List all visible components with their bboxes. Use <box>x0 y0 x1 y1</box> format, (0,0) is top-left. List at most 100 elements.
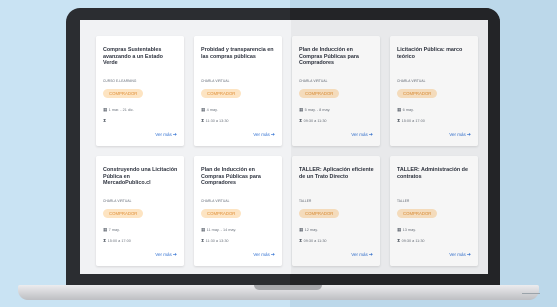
decorative-line <box>522 293 540 294</box>
course-date-text: 5 may. - 8 may. <box>304 108 331 112</box>
calendar-icon: ▦ <box>397 107 402 112</box>
course-date-text: 4 may. <box>206 108 218 112</box>
course-card[interactable]: Plan de Inducción en Compras Públicas pa… <box>292 36 380 146</box>
course-type: TALLER <box>397 199 410 203</box>
course-time: ⧗ 09:30 a 11:30 <box>299 238 327 243</box>
course-date-text: 11 may. - 14 may. <box>206 228 237 232</box>
course-time: ⧗ 11:30 a 13:30 <box>201 238 229 243</box>
see-more-label: Ver más <box>155 132 172 137</box>
course-date: ▦ 1 mar. - 21 dic. <box>103 107 134 113</box>
audience-badge: COMPRADOR <box>299 89 340 98</box>
calendar-icon: ▦ <box>201 227 206 232</box>
course-type: TALLER <box>299 199 312 203</box>
course-card[interactable]: TALLER: Aplicación eficiente de un Trato… <box>292 156 380 266</box>
course-date-text: 1 mar. - 21 dic. <box>108 108 134 112</box>
arrow-right-icon: ➔ <box>466 252 471 258</box>
course-title: Plan de Inducción en Compras Públicas pa… <box>201 167 261 187</box>
hourglass-icon: ⧗ <box>201 238 205 243</box>
calendar-icon: ▦ <box>397 227 402 232</box>
course-card[interactable]: Probidad y transparencia en las compras … <box>194 36 282 146</box>
arrow-right-icon: ➔ <box>466 132 471 138</box>
course-card[interactable]: TALLER: Administración de contratos TALL… <box>390 156 478 266</box>
see-more-label: Ver más <box>253 132 270 137</box>
see-more-link[interactable]: Ver más➔ <box>351 252 373 258</box>
calendar-icon: ▦ <box>103 107 108 112</box>
audience-badge: COMPRADOR <box>103 89 144 98</box>
course-title: TALLER: Aplicación eficiente de un Trato… <box>299 167 374 180</box>
see-more-label: Ver más <box>351 132 368 137</box>
course-card[interactable]: Compras Sustentables avanzando a un Esta… <box>96 36 184 146</box>
course-title: Licitación Pública: marco teórico <box>397 47 463 60</box>
see-more-link[interactable]: Ver más➔ <box>253 252 275 258</box>
course-time-text: 11:30 a 13:30 <box>205 239 229 243</box>
course-time: ⧗ 09:30 a 11:30 <box>299 118 327 123</box>
see-more-label: Ver más <box>253 252 270 257</box>
course-date: ▦ 5 may. - 8 may. <box>299 107 330 113</box>
course-date: ▦ 11 may. - 14 may. <box>201 227 236 233</box>
hourglass-icon: ⧗ <box>201 118 205 123</box>
course-date-text: 6 may. <box>402 108 414 112</box>
see-more-link[interactable]: Ver más➔ <box>449 132 471 138</box>
course-date: ▦ 7 may. <box>103 227 120 233</box>
course-card[interactable]: Construyendo una Licitación Pública en M… <box>96 156 184 266</box>
audience-badge: COMPRADOR <box>201 209 242 218</box>
course-time-text: 09:30 a 11:30 <box>303 239 327 243</box>
see-more-label: Ver más <box>351 252 368 257</box>
course-time: ⧗ 09:30 a 11:30 <box>397 238 425 243</box>
audience-badge: COMPRADOR <box>397 89 438 98</box>
course-title: Plan de Inducción en Compras Públicas pa… <box>299 47 359 67</box>
hourglass-icon: ⧗ <box>103 238 107 243</box>
calendar-icon: ▦ <box>201 107 206 112</box>
course-date: ▦ 13 may. <box>397 227 416 233</box>
see-more-link[interactable]: Ver más➔ <box>351 132 373 138</box>
course-type: CHARLA VIRTUAL <box>201 79 230 83</box>
see-more-link[interactable]: Ver más➔ <box>449 252 471 258</box>
calendar-icon: ▦ <box>103 227 108 232</box>
course-title: Probidad y transparencia en las compras … <box>201 47 274 60</box>
see-more-label: Ver más <box>449 252 466 257</box>
hourglass-icon: ⧗ <box>397 238 401 243</box>
course-time: ⧗ 15:00 a 17:00 <box>397 118 425 123</box>
see-more-link[interactable]: Ver más➔ <box>155 252 177 258</box>
arrow-right-icon: ➔ <box>270 252 275 258</box>
course-time: ⧗ 15:00 a 17:00 <box>103 238 131 243</box>
course-title: TALLER: Administración de contratos <box>397 167 468 180</box>
course-time: ⧗ 11:30 a 13:30 <box>201 118 229 123</box>
see-more-link[interactable]: Ver más➔ <box>155 132 177 138</box>
hourglass-icon: ⧗ <box>299 238 303 243</box>
course-date-text: 7 may. <box>108 228 120 232</box>
course-title: Construyendo una Licitación Pública en M… <box>103 167 178 187</box>
audience-badge: COMPRADOR <box>201 89 242 98</box>
audience-badge: COMPRADOR <box>103 209 144 218</box>
course-type: CHARLA VIRTUAL <box>201 199 230 203</box>
course-date: ▦ 4 may. <box>201 107 218 113</box>
arrow-right-icon: ➔ <box>368 132 373 138</box>
course-date: ▦ 12 may. <box>299 227 318 233</box>
arrow-right-icon: ➔ <box>368 252 373 258</box>
arrow-right-icon: ➔ <box>172 132 177 138</box>
audience-badge: COMPRADOR <box>397 209 438 218</box>
hourglass-icon: ⧗ <box>397 118 401 123</box>
see-more-label: Ver más <box>155 252 172 257</box>
course-type: CHARLA VIRTUAL <box>299 79 328 83</box>
arrow-right-icon: ➔ <box>172 252 177 258</box>
course-time-text: 15:00 a 17:00 <box>107 239 131 243</box>
course-type: CURSO E-LEARNING <box>103 79 137 83</box>
course-card[interactable]: Plan de Inducción en Compras Públicas pa… <box>194 156 282 266</box>
course-time-text: 09:30 a 11:30 <box>303 119 327 123</box>
course-title: Compras Sustentables avanzando a un Esta… <box>103 47 163 67</box>
course-time-text: 09:30 a 11:30 <box>401 239 425 243</box>
laptop-base <box>18 285 539 300</box>
see-more-link[interactable]: Ver más➔ <box>253 132 275 138</box>
course-date-text: 12 may. <box>304 228 318 232</box>
course-card[interactable]: Licitación Pública: marco teórico CHARLA… <box>390 36 478 146</box>
calendar-icon: ▦ <box>299 227 304 232</box>
audience-badge: COMPRADOR <box>299 209 340 218</box>
see-more-label: Ver más <box>449 132 466 137</box>
course-type: CHARLA VIRTUAL <box>397 79 426 83</box>
hourglass-icon: ⧗ <box>299 118 303 123</box>
calendar-icon: ▦ <box>299 107 304 112</box>
course-date: ▦ 6 may. <box>397 107 414 113</box>
course-type: CHARLA VIRTUAL <box>103 199 132 203</box>
course-time-text: 15:00 a 17:00 <box>401 119 425 123</box>
